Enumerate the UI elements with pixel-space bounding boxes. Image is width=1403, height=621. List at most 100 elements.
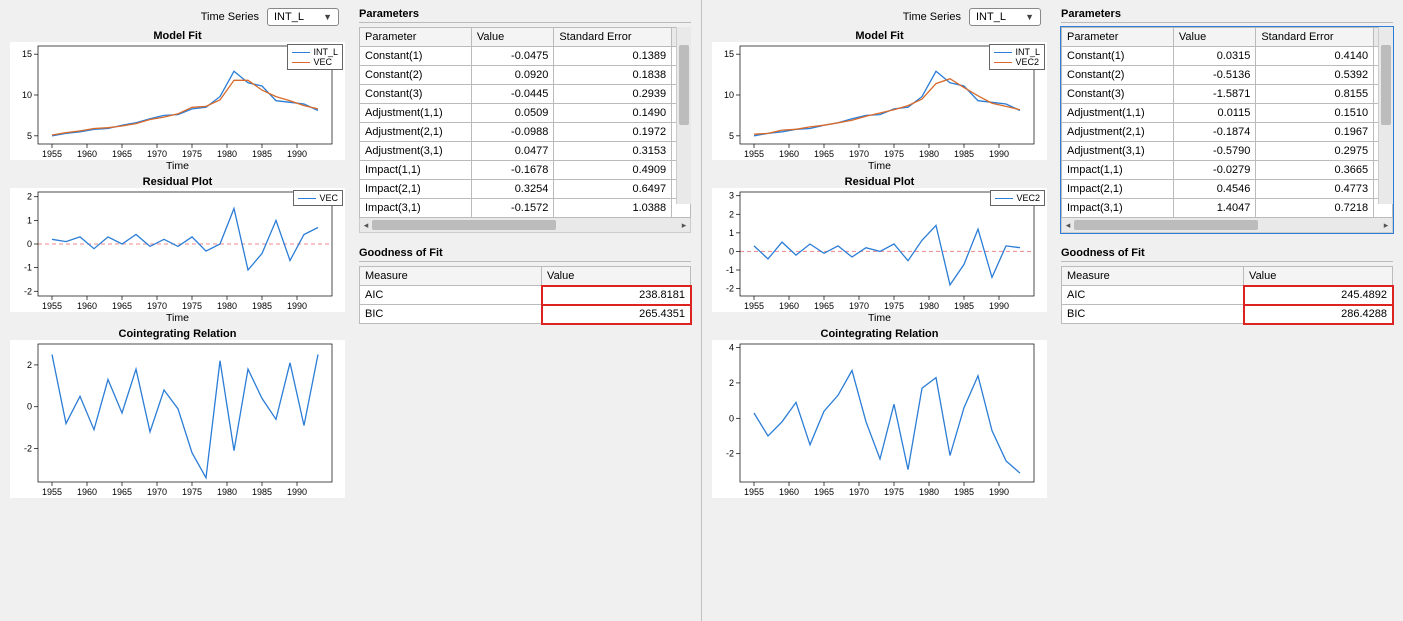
svg-text:1975: 1975 — [884, 487, 904, 497]
table-row[interactable]: Adjustment(2,1)-0.09880.1972 — [360, 123, 691, 142]
svg-text:1980: 1980 — [919, 487, 939, 497]
svg-text:1975: 1975 — [182, 149, 202, 159]
col-value[interactable]: Value — [1244, 267, 1393, 286]
svg-text:1985: 1985 — [954, 301, 974, 311]
col-value[interactable]: Value — [542, 267, 691, 286]
svg-text:1985: 1985 — [252, 301, 272, 311]
table-row[interactable]: Adjustment(2,1)-0.18740.1967 — [1062, 123, 1393, 142]
chart-title-residual: Residual Plot — [712, 176, 1047, 188]
table-row[interactable]: Constant(2)0.09200.1838 — [360, 66, 691, 85]
parameters-table[interactable]: Parameter Value Standard Error Constant(… — [359, 27, 691, 218]
svg-text:1990: 1990 — [989, 149, 1009, 159]
chart-coint[interactable]: -20219551960196519701975198019851990 — [10, 340, 345, 498]
chart-model-fit[interactable]: 5101519551960196519701975198019851990 IN… — [10, 42, 345, 160]
col-standard-error[interactable]: Standard Error — [554, 28, 672, 47]
svg-text:1970: 1970 — [849, 301, 869, 311]
scroll-left-icon[interactable]: ◂ — [360, 220, 372, 231]
table-row[interactable]: AIC245.4892 — [1062, 286, 1393, 305]
vertical-scrollbar[interactable] — [676, 27, 691, 204]
svg-text:1975: 1975 — [884, 149, 904, 159]
svg-text:1960: 1960 — [779, 487, 799, 497]
col-value[interactable]: Value — [1173, 28, 1255, 47]
svg-text:1955: 1955 — [42, 301, 62, 311]
table-row[interactable]: BIC265.4351 — [360, 305, 691, 324]
svg-text:1965: 1965 — [814, 149, 834, 159]
chevron-down-icon: ▼ — [323, 12, 332, 22]
svg-text:1990: 1990 — [989, 487, 1009, 497]
chart-legend: VEC2 — [990, 190, 1045, 206]
table-row[interactable]: Constant(3)-0.04450.2939 — [360, 85, 691, 104]
legend-label: INT_L — [313, 47, 338, 57]
table-row[interactable]: Impact(1,1)-0.16780.4909 — [360, 161, 691, 180]
svg-text:1970: 1970 — [147, 487, 167, 497]
vertical-scrollbar[interactable] — [1378, 27, 1393, 204]
svg-text:1955: 1955 — [42, 149, 62, 159]
svg-text:1970: 1970 — [849, 487, 869, 497]
table-row[interactable]: Impact(2,1)0.32540.6497 — [360, 180, 691, 199]
goodness-of-fit-table[interactable]: Measure Value AIC245.4892BIC286.4288 — [1061, 266, 1393, 324]
chart-coint[interactable]: -202419551960196519701975198019851990 — [712, 340, 1047, 498]
svg-text:1980: 1980 — [919, 149, 939, 159]
svg-text:1990: 1990 — [287, 149, 307, 159]
time-series-select[interactable]: INT_L ▼ — [267, 8, 339, 26]
svg-text:1965: 1965 — [814, 301, 834, 311]
svg-text:-1: -1 — [726, 265, 734, 275]
parameters-table[interactable]: Parameter Value Standard Error Constant(… — [1061, 27, 1393, 218]
svg-text:1985: 1985 — [252, 487, 272, 497]
svg-text:1960: 1960 — [77, 487, 97, 497]
table-row[interactable]: Impact(3,1)1.40470.7218 — [1062, 199, 1393, 218]
table-row[interactable]: Impact(2,1)0.45460.4773 — [1062, 180, 1393, 199]
svg-text:1985: 1985 — [954, 487, 974, 497]
legend-label: VEC — [313, 57, 332, 67]
table-row[interactable]: Adjustment(1,1)0.05090.1490 — [360, 104, 691, 123]
parameters-table-wrap: Parameter Value Standard Error Constant(… — [1061, 27, 1393, 233]
svg-text:1990: 1990 — [989, 301, 1009, 311]
svg-text:1975: 1975 — [884, 301, 904, 311]
section-parameters-head: Parameters — [1061, 8, 1393, 23]
table-row[interactable]: Constant(1)-0.04750.1389 — [360, 47, 691, 66]
horizontal-scrollbar[interactable]: ◂ ▸ — [1061, 218, 1393, 233]
col-standard-error[interactable]: Standard Error — [1256, 28, 1374, 47]
table-row[interactable]: Impact(1,1)-0.02790.3665 — [1062, 161, 1393, 180]
chart-residual[interactable]: -2-101219551960196519701975198019851990 … — [10, 188, 345, 312]
col-parameter[interactable]: Parameter — [360, 28, 472, 47]
chart-legend: VEC — [293, 190, 343, 206]
chart-residual[interactable]: -2-1012319551960196519701975198019851990… — [712, 188, 1047, 312]
svg-text:0: 0 — [27, 239, 32, 249]
svg-text:1980: 1980 — [919, 301, 939, 311]
scroll-right-icon[interactable]: ▸ — [1380, 220, 1392, 231]
svg-text:1965: 1965 — [814, 487, 834, 497]
goodness-of-fit-table[interactable]: Measure Value AIC238.8181BIC265.4351 — [359, 266, 691, 324]
legend-label: VEC2 — [1015, 57, 1039, 67]
svg-text:-1: -1 — [24, 263, 32, 273]
table-row[interactable]: Constant(1)0.03150.4140 — [1062, 47, 1393, 66]
col-measure[interactable]: Measure — [1062, 267, 1244, 286]
svg-text:1960: 1960 — [779, 149, 799, 159]
panel-0: Time Series INT_L ▼ Model Fit 5101519551… — [0, 0, 701, 621]
table-row[interactable]: BIC286.4288 — [1062, 305, 1393, 324]
table-row[interactable]: Adjustment(3,1)-0.57900.2975 — [1062, 142, 1393, 161]
chart-title-coint: Cointegrating Relation — [712, 328, 1047, 340]
table-row[interactable]: Impact(3,1)-0.15721.0388 — [360, 199, 691, 218]
section-goodness-head: Goodness of Fit — [1061, 247, 1393, 262]
table-row[interactable]: Adjustment(1,1)0.01150.1510 — [1062, 104, 1393, 123]
scroll-left-icon[interactable]: ◂ — [1062, 220, 1074, 231]
svg-text:1965: 1965 — [112, 301, 132, 311]
svg-text:1975: 1975 — [182, 487, 202, 497]
table-row[interactable]: Adjustment(3,1)0.04770.3153 — [360, 142, 691, 161]
table-row[interactable]: Constant(2)-0.51360.5392 — [1062, 66, 1393, 85]
svg-text:15: 15 — [22, 49, 32, 59]
col-measure[interactable]: Measure — [360, 267, 542, 286]
time-series-select[interactable]: INT_L ▼ — [969, 8, 1041, 26]
time-series-label: Time Series — [201, 11, 259, 23]
horizontal-scrollbar[interactable]: ◂ ▸ — [359, 218, 691, 233]
scroll-right-icon[interactable]: ▸ — [678, 220, 690, 231]
table-row[interactable]: AIC238.8181 — [360, 286, 691, 305]
col-value[interactable]: Value — [471, 28, 553, 47]
chart-model-fit[interactable]: 5101519551960196519701975198019851990 IN… — [712, 42, 1047, 160]
svg-text:1: 1 — [729, 228, 734, 238]
table-row[interactable]: Constant(3)-1.58710.8155 — [1062, 85, 1393, 104]
col-parameter[interactable]: Parameter — [1062, 28, 1174, 47]
section-parameters-head: Parameters — [359, 8, 691, 23]
chart-title-residual: Residual Plot — [10, 176, 345, 188]
